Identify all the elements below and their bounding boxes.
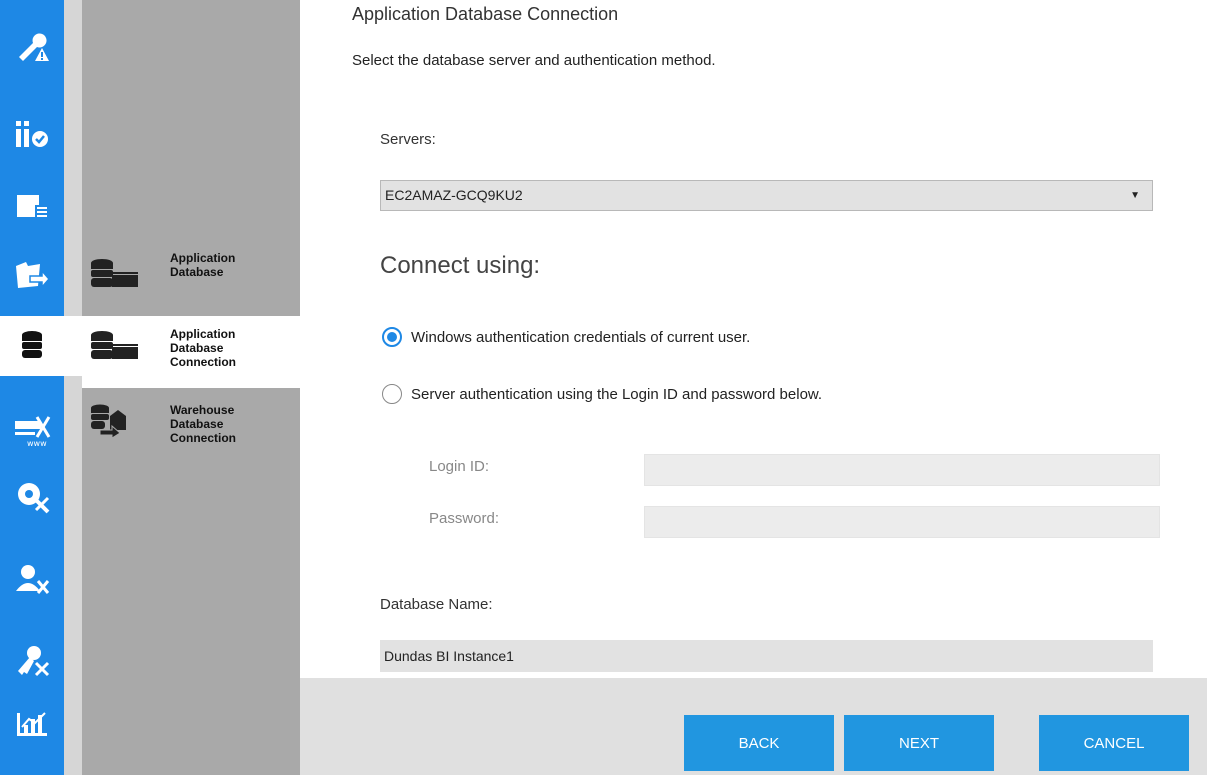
auth-windows-option[interactable]: Windows authentication credentials of cu…: [382, 326, 750, 348]
login-id-field[interactable]: [644, 454, 1160, 486]
password-label: Password:: [429, 510, 500, 527]
password-field[interactable]: [644, 506, 1160, 538]
step-label: Application Database Connection: [170, 327, 236, 369]
database-name-field[interactable]: Dundas BI Instance1: [380, 640, 1153, 672]
warehouse-transfer-icon: [91, 404, 126, 438]
connect-using-heading: Connect using:: [380, 252, 541, 279]
login-id-label: Login ID:: [429, 458, 490, 475]
chevron-down-icon: ▼: [1130, 190, 1140, 201]
back-button[interactable]: BACK: [684, 715, 834, 771]
svg-text:www: www: [27, 439, 47, 447]
database-server-icon: [91, 331, 138, 359]
auth-windows-radio[interactable]: [382, 327, 402, 347]
servers-label: Servers:: [380, 131, 436, 148]
layout-list-icon[interactable]: [0, 176, 64, 236]
web-tools-icon[interactable]: www: [0, 400, 64, 460]
step-application-database-connection[interactable]: Application Database Connection: [82, 316, 300, 388]
key-tools-icon[interactable]: [0, 630, 64, 690]
auth-server-radio[interactable]: [382, 384, 402, 404]
wrench-warning-icon[interactable]: [0, 16, 64, 76]
validation-check-icon[interactable]: [0, 104, 64, 164]
cancel-button[interactable]: CANCEL: [1039, 715, 1189, 771]
servers-select-value: EC2AMAZ-GCQ9KU2: [385, 187, 523, 203]
auth-windows-label: Windows authentication credentials of cu…: [411, 328, 751, 346]
step-warehouse-database-connection[interactable]: Warehouse Database Connection: [82, 392, 300, 464]
auth-server-label: Server authentication using the Login ID…: [411, 385, 823, 403]
next-button[interactable]: NEXT: [844, 715, 994, 771]
user-tools-icon[interactable]: [0, 550, 64, 610]
database-server-icon: [91, 259, 138, 287]
step-application-database[interactable]: Application Database: [82, 240, 300, 312]
page-title: Application Database Connection: [352, 4, 619, 24]
gear-tools-icon[interactable]: [0, 466, 64, 526]
step-label: Application Database: [170, 251, 236, 279]
database-icon[interactable]: [0, 316, 82, 376]
folder-move-icon[interactable]: [0, 244, 64, 304]
database-name-label: Database Name:: [380, 596, 493, 613]
chart-icon[interactable]: [0, 694, 64, 754]
rail-divider: [64, 0, 82, 775]
auth-server-option[interactable]: Server authentication using the Login ID…: [382, 383, 822, 405]
servers-select[interactable]: EC2AMAZ-GCQ9KU2 ▼: [380, 180, 1153, 211]
step-label: Warehouse Database Connection: [170, 403, 236, 445]
page-subtitle: Select the database server and authentic…: [352, 52, 716, 69]
